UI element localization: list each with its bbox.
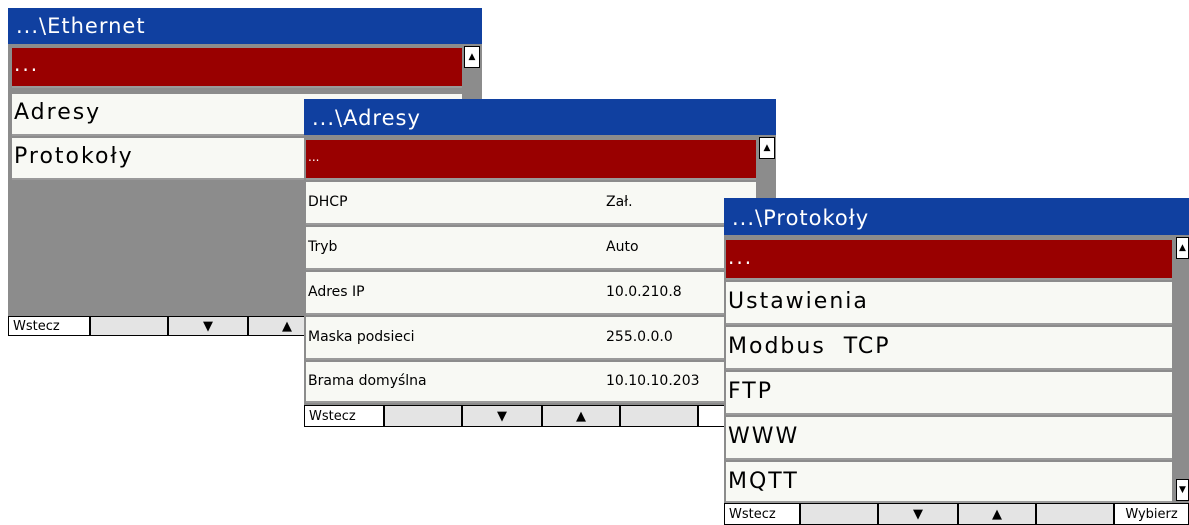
adresy-row-label: Tryb bbox=[308, 239, 338, 255]
adresy-row-tryb[interactable]: Tryb Auto bbox=[306, 227, 756, 270]
adresy-row-label: Brama domyślna bbox=[308, 373, 427, 389]
protokoly-item-label: MQTT bbox=[728, 469, 799, 494]
adresy-row-label: Maska podsieci bbox=[308, 329, 415, 345]
protokoly-list: ... Ustawienia Modbus TCP FTP WWW MQTT bbox=[724, 235, 1174, 503]
footer-blank-button[interactable] bbox=[1036, 503, 1114, 525]
up-button[interactable]: ▲ bbox=[542, 405, 620, 427]
back-button[interactable]: Wstecz bbox=[8, 316, 90, 336]
protokoly-footer: Wstecz ▼ ▲ Wybierz bbox=[724, 503, 1189, 525]
footer-blank-button[interactable] bbox=[620, 405, 698, 427]
scroll-down-button[interactable]: ▼ bbox=[1176, 479, 1189, 501]
adresy-row-value: Auto bbox=[606, 239, 639, 255]
protokoly-scrollbar[interactable]: ▲ ▼ bbox=[1176, 235, 1189, 503]
adresy-row-gateway[interactable]: Brama domyślna 10.10.10.203 bbox=[306, 362, 756, 403]
protokoly-item-label: FTP bbox=[728, 379, 773, 404]
footer-blank-button[interactable] bbox=[800, 503, 878, 525]
protokoly-item-label: Ustawienia bbox=[728, 289, 869, 314]
scroll-up-button[interactable]: ▲ bbox=[759, 137, 775, 159]
footer-blank-button[interactable] bbox=[384, 405, 462, 427]
adresy-list: ... DHCP Zał. Tryb Auto Adres IP 10.0.21… bbox=[304, 135, 756, 403]
adresy-row-label: DHCP bbox=[308, 194, 348, 210]
protokoly-window: ...\Protokoły ... Ustawienia Modbus TCP … bbox=[724, 198, 1189, 525]
adresy-row-dhcp[interactable]: DHCP Zał. bbox=[306, 182, 756, 225]
adresy-title: ...\Adresy bbox=[304, 99, 776, 135]
down-button[interactable]: ▼ bbox=[168, 316, 248, 336]
protokoly-item-up[interactable]: ... bbox=[726, 240, 1172, 280]
adresy-row-value: 255.0.0.0 bbox=[606, 329, 673, 345]
ethernet-item-label: Protokoły bbox=[14, 144, 134, 169]
adresy-window: ...\Adresy ... DHCP Zał. Tryb Auto Adres… bbox=[304, 99, 776, 427]
scroll-up-button[interactable]: ▲ bbox=[464, 46, 480, 68]
protokoly-item-modbus[interactable]: Modbus TCP bbox=[726, 327, 1172, 370]
back-button[interactable]: Wstecz bbox=[724, 503, 800, 525]
protokoly-item-www[interactable]: WWW bbox=[726, 417, 1172, 460]
adresy-row-label: Adres IP bbox=[308, 284, 365, 300]
adresy-footer: Wstecz ▼ ▲ Wy bbox=[304, 405, 776, 427]
select-button[interactable]: Wybierz bbox=[1114, 503, 1189, 525]
protokoly-item-label: Modbus TCP bbox=[728, 334, 891, 359]
up-button[interactable]: ▲ bbox=[958, 503, 1036, 525]
adresy-row-ip[interactable]: Adres IP 10.0.210.8 bbox=[306, 272, 756, 315]
adresy-row-value: 10.0.210.8 bbox=[606, 284, 682, 300]
protokoly-item-label: WWW bbox=[728, 424, 800, 449]
adresy-row-mask[interactable]: Maska podsieci 255.0.0.0 bbox=[306, 317, 756, 360]
adresy-item-label: ... bbox=[308, 150, 320, 164]
protokoly-item-ustawienia[interactable]: Ustawienia bbox=[726, 282, 1172, 325]
back-button[interactable]: Wstecz bbox=[304, 405, 384, 427]
protokoly-item-label: ... bbox=[728, 245, 754, 269]
scroll-up-button[interactable]: ▲ bbox=[1176, 237, 1189, 259]
ethernet-item-up[interactable]: ... bbox=[12, 48, 462, 88]
footer-blank-button[interactable] bbox=[90, 316, 168, 336]
protokoly-title: ...\Protokoły bbox=[724, 198, 1189, 235]
down-button[interactable]: ▼ bbox=[878, 503, 958, 525]
protokoly-item-ftp[interactable]: FTP bbox=[726, 372, 1172, 415]
adresy-item-up[interactable]: ... bbox=[306, 140, 756, 180]
protokoly-item-mqtt[interactable]: MQTT bbox=[726, 462, 1172, 503]
adresy-row-value: 10.10.10.203 bbox=[606, 373, 700, 389]
down-button[interactable]: ▼ bbox=[462, 405, 542, 427]
ethernet-title: ...\Ethernet bbox=[8, 8, 482, 44]
ethernet-item-label: Adresy bbox=[14, 100, 102, 125]
adresy-row-value: Zał. bbox=[606, 194, 633, 210]
ethernet-item-label: ... bbox=[14, 52, 40, 76]
